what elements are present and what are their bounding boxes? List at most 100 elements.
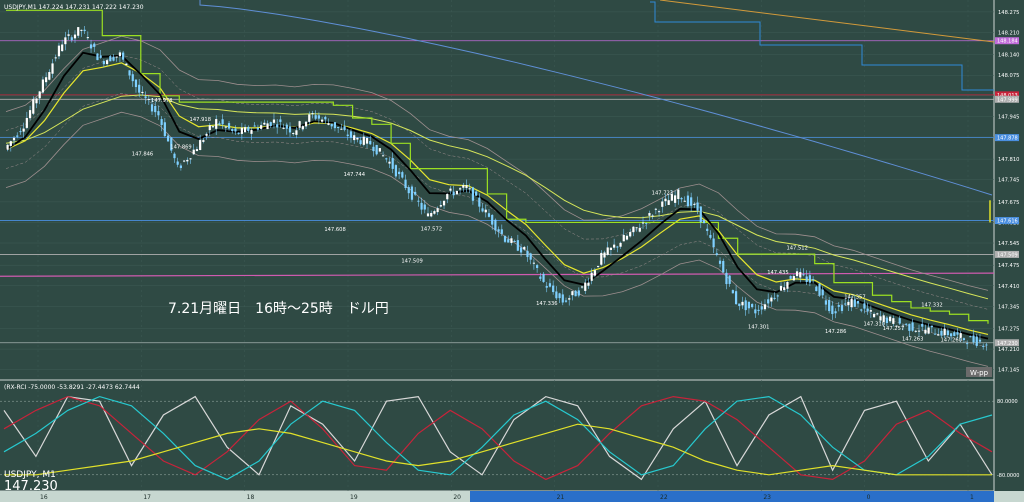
candle-body xyxy=(921,323,924,327)
candle-body xyxy=(420,202,423,210)
candle-body xyxy=(507,239,510,243)
candle-body xyxy=(590,272,593,281)
swing-price-label: 147.332 xyxy=(921,302,942,308)
candle-body xyxy=(449,188,452,191)
candle-body xyxy=(860,309,863,311)
candle-body xyxy=(725,272,728,285)
candle-body xyxy=(138,84,141,93)
candle-body xyxy=(513,241,516,243)
candle-body xyxy=(574,290,577,297)
candle-body xyxy=(481,208,484,212)
candle-body xyxy=(558,293,561,299)
price-tick-label: 147.675 xyxy=(998,200,1019,206)
candle-body xyxy=(77,27,80,36)
candle-body xyxy=(722,260,725,273)
candle-body xyxy=(9,141,12,146)
price-chart[interactable]: 147.978 147.846 147.918 147.869 147.744 147.6… xyxy=(0,0,1024,502)
candle-body xyxy=(128,70,131,76)
chart-window[interactable]: 147.978 147.846 147.918 147.869 147.744 147.6… xyxy=(0,0,1024,502)
price-tick-label: 147.145 xyxy=(998,368,1019,374)
candle-body xyxy=(6,144,9,150)
candle-body xyxy=(189,158,192,160)
price-tick-label: 147.345 xyxy=(998,304,1019,310)
candle-body xyxy=(568,298,571,300)
candle-body xyxy=(956,332,959,335)
candle-body xyxy=(407,187,410,194)
candle-body xyxy=(972,335,975,343)
bottom-price-label: 147.230 xyxy=(4,479,58,494)
candle-body xyxy=(500,229,503,234)
candle-body xyxy=(584,282,587,291)
candle-body xyxy=(102,61,105,65)
candle-body xyxy=(35,98,38,104)
candle-body xyxy=(166,135,170,142)
candle-body xyxy=(394,165,398,177)
candle-body xyxy=(282,127,285,129)
candle-body xyxy=(555,291,558,299)
candle-body xyxy=(356,137,359,140)
candle-body xyxy=(937,334,940,336)
candle-body xyxy=(452,191,455,196)
candle-body xyxy=(430,212,433,217)
candle-body xyxy=(417,200,420,202)
candle-body xyxy=(783,287,786,291)
swing-price-label: 147.918 xyxy=(190,117,211,123)
candle-body xyxy=(462,185,465,188)
candle-body xyxy=(317,115,320,119)
candle-body xyxy=(215,119,218,129)
candle-body xyxy=(292,133,295,135)
candle-body xyxy=(596,265,600,267)
candle-body xyxy=(269,122,272,127)
candle-body xyxy=(298,121,301,128)
candle-body xyxy=(426,213,430,217)
price-tick-label: 148.140 xyxy=(998,53,1019,59)
candle-body xyxy=(458,188,462,190)
candle-body xyxy=(795,271,799,277)
candle-body xyxy=(536,265,539,268)
candle-body xyxy=(702,220,706,224)
swing-price-label: 147.846 xyxy=(132,152,153,158)
candle-body xyxy=(799,272,802,278)
swing-price-label: 147.869 xyxy=(170,144,191,150)
candle-body xyxy=(982,345,985,347)
candle-body xyxy=(686,195,690,207)
candle-body xyxy=(731,290,734,294)
candle-body xyxy=(16,135,19,137)
candle-body xyxy=(247,126,250,132)
candle-body xyxy=(667,200,670,205)
candle-body xyxy=(51,63,54,74)
candle-body xyxy=(333,122,337,129)
candle-body xyxy=(260,125,263,129)
candle-body xyxy=(786,282,789,289)
candle-body xyxy=(22,128,25,132)
swing-price-label: 147.260 xyxy=(940,337,961,343)
candle-body xyxy=(468,188,471,190)
candle-body xyxy=(276,124,279,128)
swing-price-label: 147.744 xyxy=(344,172,366,178)
price-tick-label: 147.275 xyxy=(998,327,1019,333)
candle-body xyxy=(580,286,584,288)
candle-body xyxy=(410,186,414,200)
candle-body xyxy=(141,91,144,94)
candle-body xyxy=(933,333,937,335)
candle-body xyxy=(606,247,609,255)
candle-body xyxy=(442,200,446,206)
price-tick-label: 148.275 xyxy=(998,10,1019,16)
candle-body xyxy=(86,37,89,39)
candle-body xyxy=(465,185,468,188)
candle-body xyxy=(847,301,850,306)
candle-body xyxy=(433,211,436,214)
swing-price-label: 147.257 xyxy=(883,326,904,332)
candle-body xyxy=(455,190,458,195)
candle-body xyxy=(12,137,16,141)
chart-annotation: 7.21月曜日 16時～25時 ドル円 xyxy=(168,301,389,317)
candle-body xyxy=(908,323,911,331)
swing-price-label: 147.336 xyxy=(536,301,557,307)
candle-body xyxy=(208,125,211,131)
candle-body xyxy=(693,203,696,205)
candle-body xyxy=(285,124,288,129)
candle-body xyxy=(808,275,811,283)
candle-body xyxy=(593,270,596,276)
candle-body xyxy=(211,126,215,128)
candle-body xyxy=(622,234,625,242)
